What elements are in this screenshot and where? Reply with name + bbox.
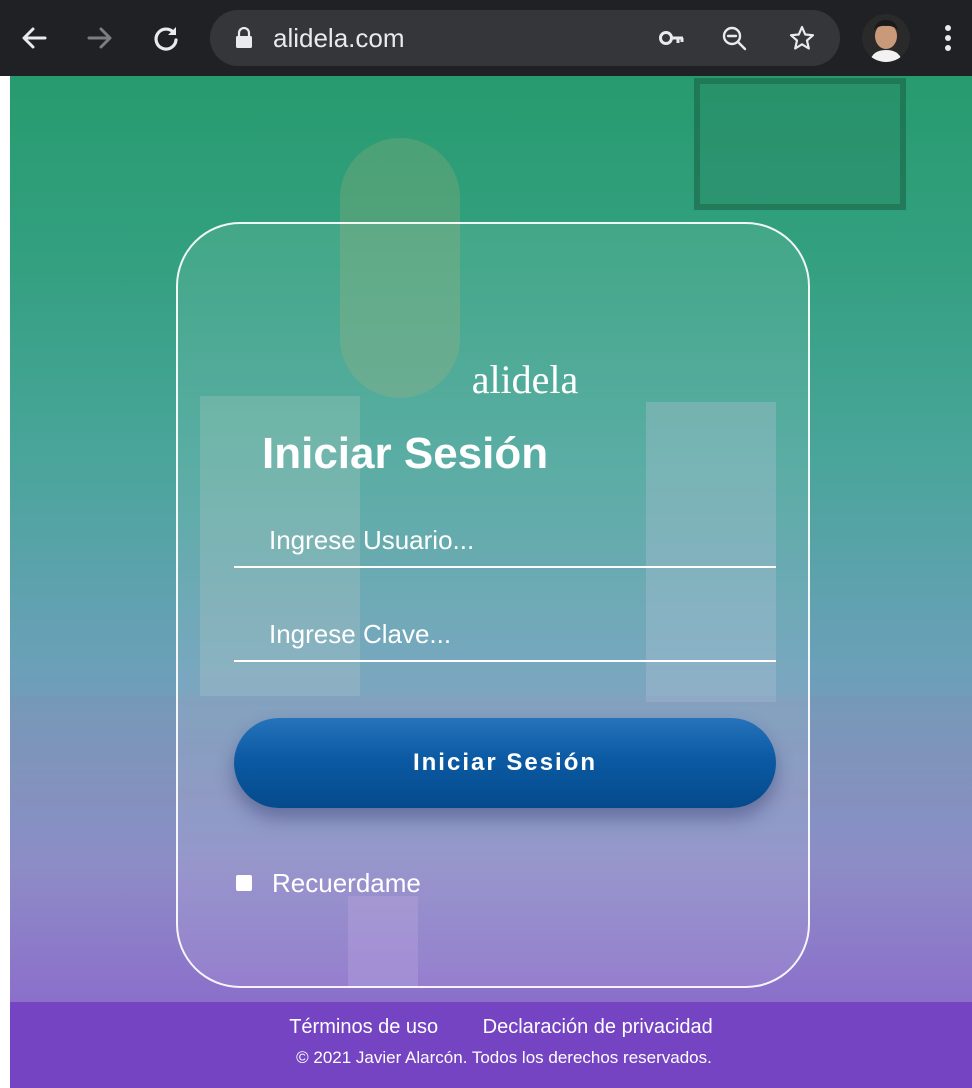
browser-toolbar: alidela.com [0, 0, 972, 76]
login-submit-label: Iniciar Sesión [412, 749, 598, 776]
forward-button[interactable] [80, 18, 120, 58]
arrow-right-icon [87, 27, 112, 49]
terms-link[interactable]: Términos de uso [289, 1016, 438, 1038]
zoom-out-icon [722, 26, 747, 51]
login-page: alidela Iniciar Sesión Ingrese Usuario..… [10, 76, 972, 1088]
back-button[interactable] [14, 18, 54, 58]
arrow-left-icon [22, 27, 47, 49]
url-text: alidela.com [273, 23, 405, 53]
avatar-image [862, 14, 910, 62]
brand-logo-text: alidela [471, 357, 579, 402]
page-footer: Términos de uso Declaración de privacida… [10, 1002, 972, 1088]
bookmark-button[interactable] [784, 20, 820, 56]
address-bar[interactable]: alidela.com [210, 10, 840, 66]
zoom-button[interactable] [716, 20, 752, 56]
login-card: alidela Iniciar Sesión Ingrese Usuario..… [176, 222, 810, 988]
page-title: Iniciar Sesión [262, 429, 549, 478]
reload-button[interactable] [146, 18, 186, 58]
username-placeholder: Ingrese Usuario... [269, 525, 475, 555]
kebab-menu-icon [945, 25, 951, 51]
login-submit-button[interactable]: Iniciar Sesión [234, 718, 776, 808]
reload-icon [154, 27, 178, 51]
remember-me[interactable]: Recuerdame [236, 868, 421, 898]
privacy-link[interactable]: Declaración de privacidad [483, 1016, 713, 1038]
password-key-button[interactable] [654, 20, 690, 56]
remember-checkbox[interactable] [236, 875, 252, 891]
username-field[interactable]: Ingrese Usuario... [234, 518, 776, 568]
browser-menu-button[interactable] [932, 18, 964, 58]
password-placeholder: Ingrese Clave... [269, 619, 452, 649]
key-icon [659, 31, 684, 45]
footer-links: Términos de uso Declaración de privacida… [10, 1016, 972, 1039]
lock-icon [236, 27, 252, 48]
password-field[interactable]: Ingrese Clave... [234, 612, 776, 662]
remember-label: Recuerdame [272, 868, 421, 898]
profile-avatar[interactable] [862, 14, 910, 62]
copyright-text: © 2021 Javier Alarcón. Todos los derecho… [296, 1048, 712, 1067]
star-icon [789, 25, 815, 50]
background-poster [694, 78, 906, 210]
